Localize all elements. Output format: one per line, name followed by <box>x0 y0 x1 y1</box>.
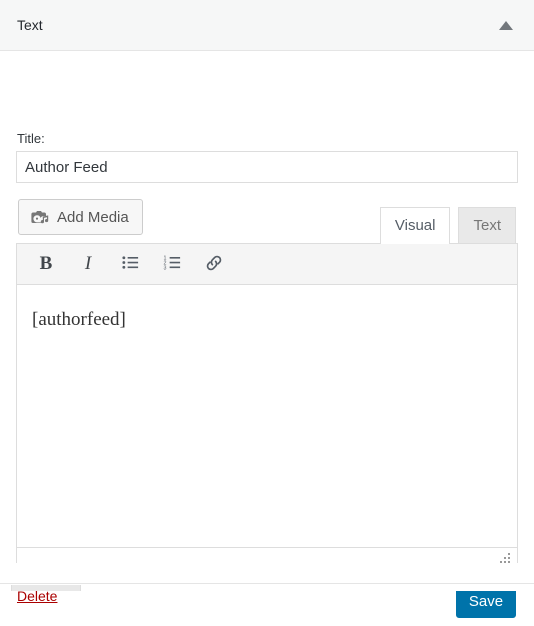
tab-text[interactable]: Text <box>458 207 516 244</box>
title-field-label: Title: <box>17 131 45 146</box>
editor-mode-tabs: Visual Text <box>379 206 516 244</box>
bold-icon: B <box>39 253 53 274</box>
italic-button[interactable]: I <box>74 250 102 278</box>
numbered-list-button[interactable]: 1 2 3 <box>158 250 186 278</box>
add-media-label: Add Media <box>57 208 129 226</box>
unordered-list-icon <box>121 253 140 275</box>
tab-visual[interactable]: Visual <box>379 207 451 244</box>
link-icon <box>204 253 224 276</box>
editor-statusbar <box>17 547 517 563</box>
add-media-button[interactable]: Add Media <box>18 199 143 235</box>
editor-frame: B I 1 2 3 [authorfeed] <box>16 243 518 563</box>
media-camera-music-icon <box>30 207 50 227</box>
editor-text: [authorfeed] <box>32 309 126 330</box>
bold-button[interactable]: B <box>32 250 60 278</box>
insert-link-button[interactable] <box>200 250 228 278</box>
italic-icon: I <box>84 253 92 274</box>
chevron-up-icon[interactable] <box>494 14 518 38</box>
text-widget-panel: Text Title: Add Media Visual Text <box>0 0 534 618</box>
svg-text:3: 3 <box>163 266 166 272</box>
ordered-list-icon: 1 2 3 <box>163 253 182 275</box>
resize-grip-icon[interactable] <box>498 551 512 565</box>
editor-content-area[interactable]: [authorfeed] <box>17 285 517 547</box>
next-widget-handle[interactable] <box>11 585 81 591</box>
title-input[interactable] <box>16 151 518 183</box>
widget-title: Text <box>17 17 43 33</box>
chevron-up-glyph <box>499 21 513 30</box>
editor-toolbar: B I 1 2 3 <box>17 244 517 285</box>
bulleted-list-button[interactable] <box>116 250 144 278</box>
widget-header[interactable]: Text <box>0 0 534 51</box>
